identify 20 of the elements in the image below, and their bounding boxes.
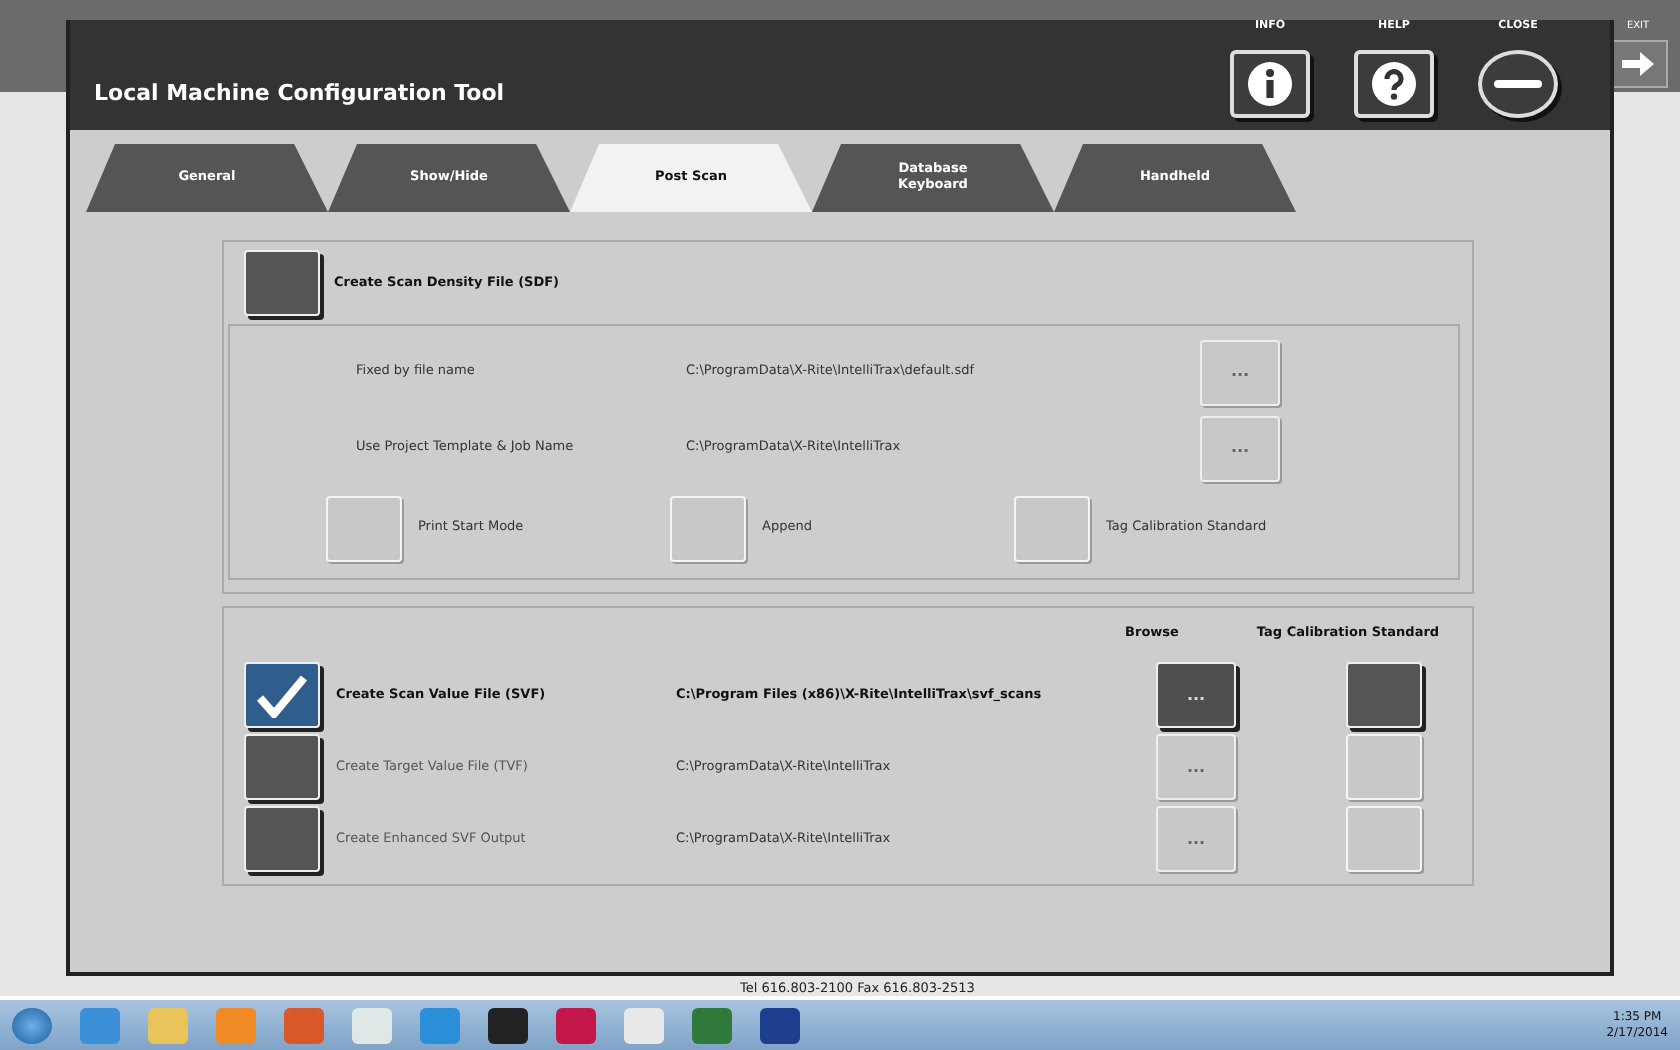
checkbox[interactable]: [1346, 734, 1422, 801]
checkbox[interactable]: [244, 250, 320, 316]
checkmark-icon: [256, 673, 308, 718]
help-icon: [1372, 62, 1416, 106]
info-icon: [1248, 62, 1292, 106]
close-button[interactable]: [1478, 50, 1558, 118]
taskbar-app-icon[interactable]: [488, 1007, 528, 1043]
arrow-icon: [1620, 51, 1656, 75]
checkbox[interactable]: [1346, 662, 1422, 729]
checkbox[interactable]: [244, 662, 320, 729]
minus-icon: [1494, 80, 1542, 88]
taskbar-app-icon[interactable]: [760, 1007, 800, 1043]
help-button[interactable]: [1354, 50, 1434, 118]
checkbox[interactable]: [1346, 806, 1422, 873]
browse-button[interactable]: ...: [1156, 662, 1236, 729]
checkbox[interactable]: [244, 734, 320, 801]
checkbox[interactable]: [244, 806, 320, 873]
info-button[interactable]: [1230, 50, 1310, 118]
window-title: Local Machine Configuration Tool: [94, 77, 505, 109]
start-button[interactable]: [12, 1007, 52, 1043]
